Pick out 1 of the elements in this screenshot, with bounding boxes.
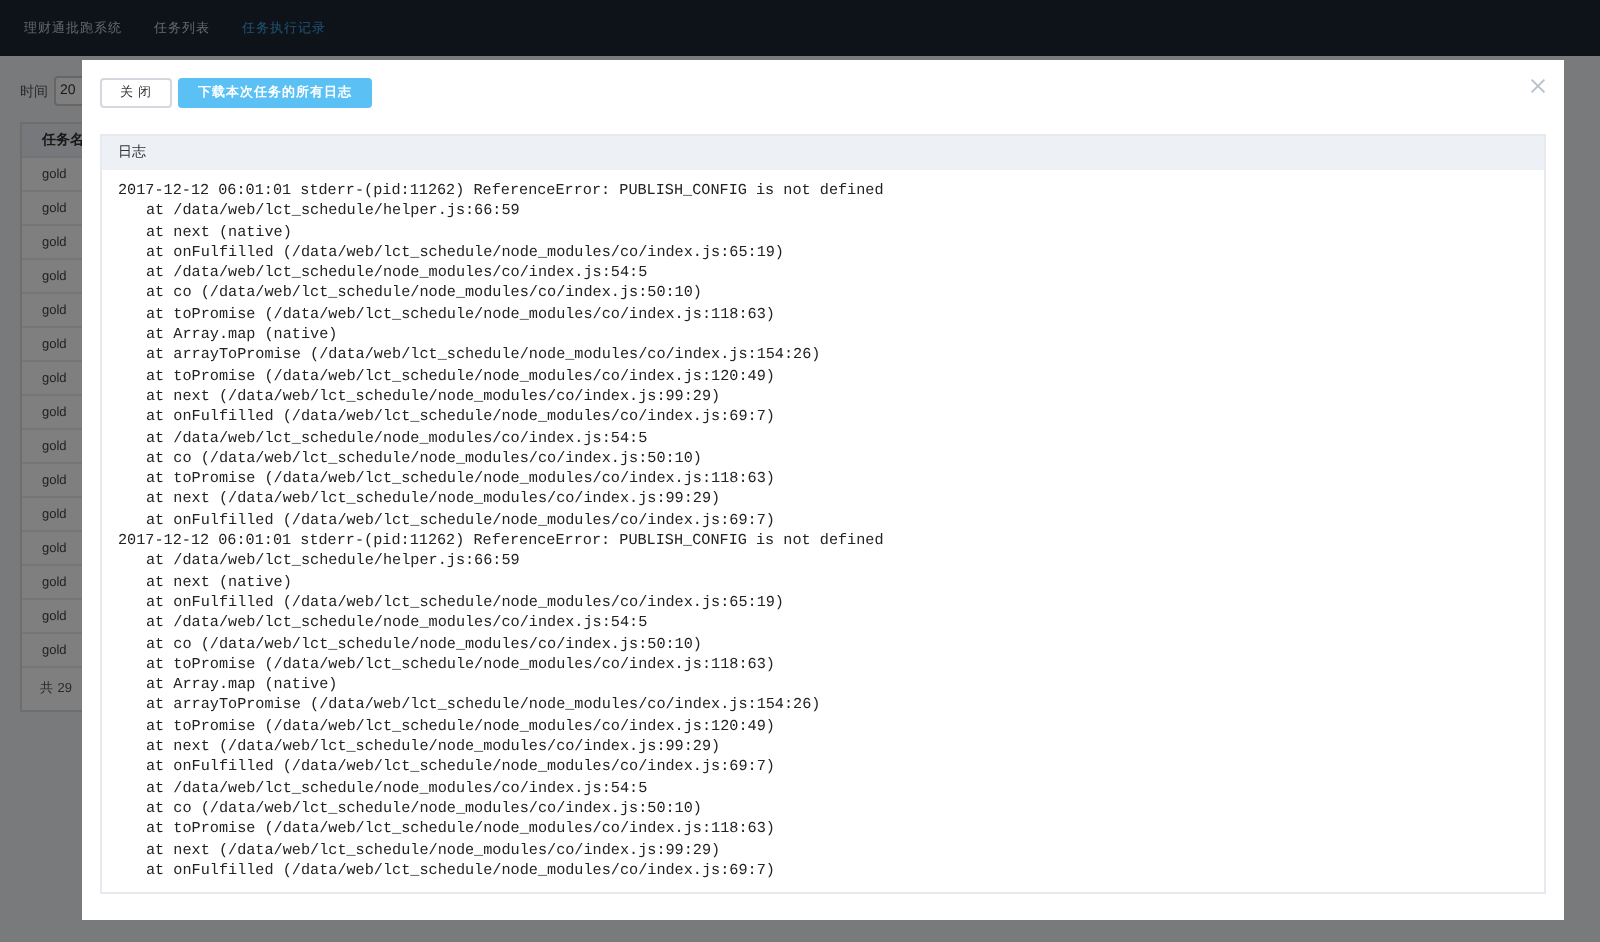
close-icon[interactable] <box>1530 78 1546 94</box>
